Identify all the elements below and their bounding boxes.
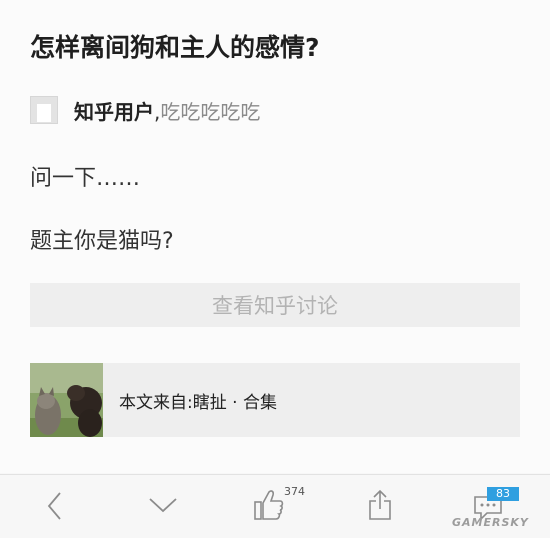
author-line: 知乎用户,吃吃吃吃吃 xyxy=(74,96,260,125)
answer-paragraph: 题主你是猫吗? xyxy=(30,229,174,254)
comment-count-badge: 83 xyxy=(487,487,519,501)
article-content: 怎样离间狗和主人的感情? 知乎用户,吃吃吃吃吃 问一下…… 题主你是猫吗? 查看… xyxy=(0,0,550,473)
source-card[interactable]: 本文来自:瞎扯 · 合集 xyxy=(30,363,520,437)
vote-count: 374 xyxy=(284,485,305,498)
back-button[interactable] xyxy=(30,475,80,538)
avatar-placeholder-icon xyxy=(37,104,51,122)
source-thumbnail xyxy=(30,363,103,437)
question-title: 怎样离间狗和主人的感情? xyxy=(30,33,320,62)
avatar[interactable] xyxy=(30,96,58,124)
down-icon xyxy=(149,498,177,513)
view-discussion-button[interactable]: 查看知乎讨论 xyxy=(30,283,520,327)
answer-paragraph: 问一下…… xyxy=(30,166,141,191)
next-button[interactable] xyxy=(138,475,188,538)
share-icon xyxy=(369,489,391,520)
back-icon xyxy=(47,492,61,520)
author-bio: 吃吃吃吃吃 xyxy=(160,100,261,124)
source-label: 本文来自:瞎扯 · 合集 xyxy=(119,392,277,413)
thumbs-up-icon xyxy=(254,490,284,520)
watermark-logo: GAMERSKY xyxy=(452,516,529,529)
author-name[interactable]: 知乎用户 xyxy=(74,100,154,124)
share-button[interactable] xyxy=(355,475,405,538)
